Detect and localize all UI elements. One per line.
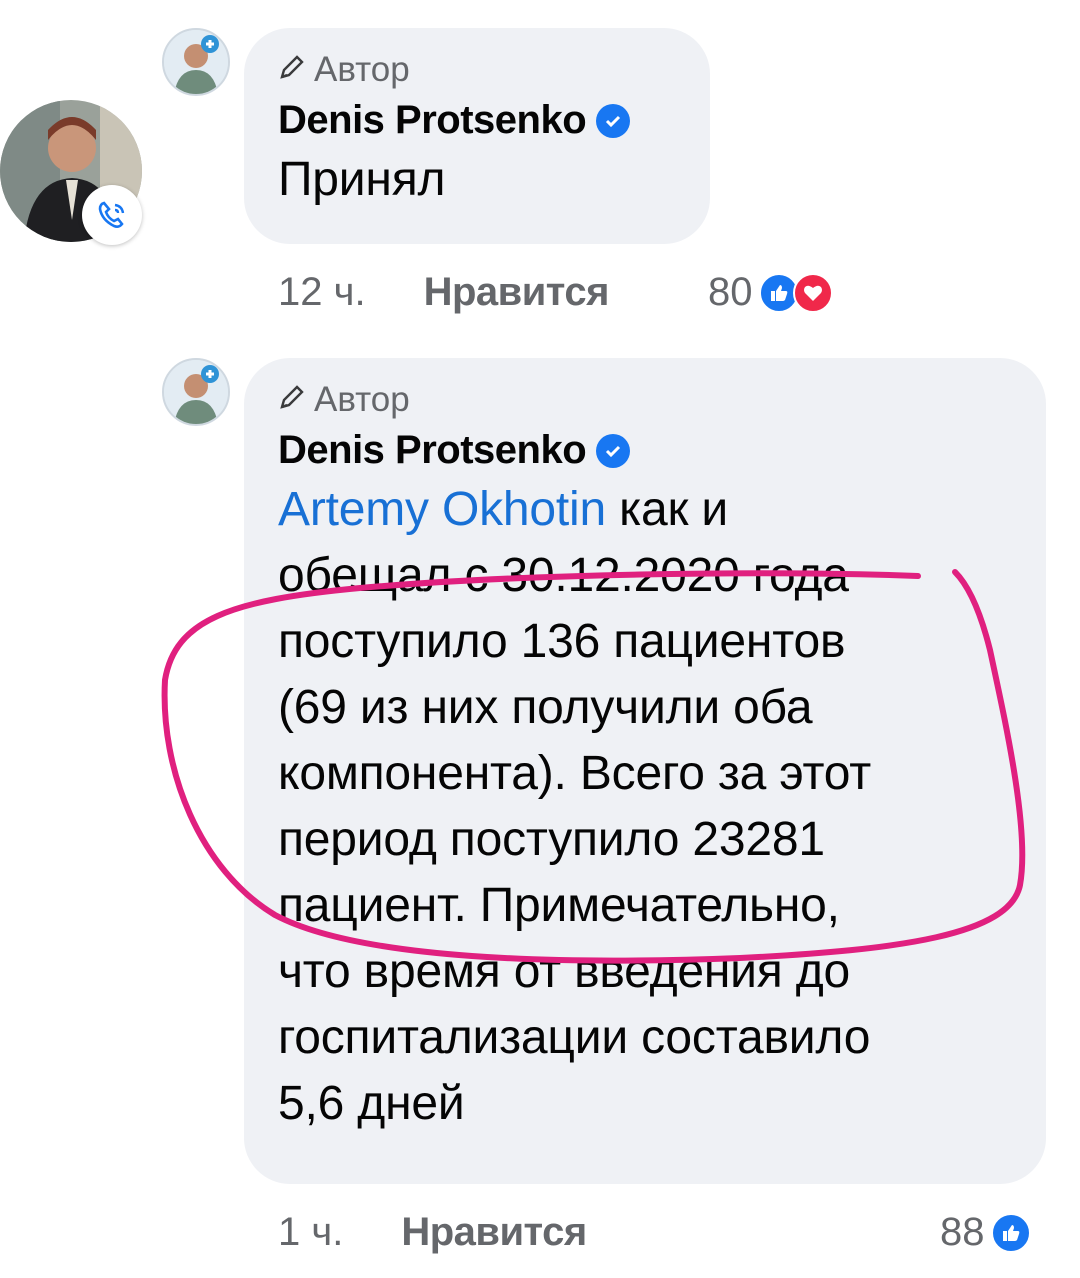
comment-line: пациент. Примечательно, [278, 879, 840, 932]
author-badge-label: Автор [314, 50, 410, 89]
pencil-icon [278, 380, 306, 420]
comment-bubble[interactable]: Автор Denis Protsenko Artemy Okhotin как… [244, 358, 1046, 1184]
comment-line: (69 из них получили оба [278, 681, 813, 734]
comment-line: поступило 136 пациентов [278, 615, 846, 668]
verified-icon [596, 103, 631, 138]
reaction-summary[interactable]: 88 [940, 1210, 1031, 1255]
comment-line: Artemy Okhotin как и [278, 477, 1012, 543]
like-button[interactable]: Нравится [401, 1210, 587, 1255]
author-avatar[interactable] [162, 358, 230, 426]
like-button[interactable]: Нравится [424, 270, 610, 315]
comment-actions: 1 ч. Нравится [278, 1210, 587, 1255]
comment-line: период поступило 23281 [278, 813, 825, 866]
author-badge: Автор [278, 380, 1012, 420]
author-avatar[interactable] [162, 28, 230, 96]
comment-line: обещал с 30.12.2020 года [278, 549, 849, 602]
comment-time[interactable]: 1 ч. [278, 1210, 343, 1255]
author-badge-label: Автор [314, 380, 410, 419]
comment-line: что время от введения до [278, 945, 851, 998]
mention-link[interactable]: Artemy Okhotin [278, 483, 606, 536]
comment-text: Artemy Okhotin как и обещал с 30.12.2020… [278, 477, 1012, 1137]
love-icon [792, 272, 833, 313]
author-name[interactable]: Denis Protsenko [278, 98, 676, 143]
comment-line: 5,6 дней [278, 1077, 465, 1130]
comment-line: госпитализации составило [278, 1011, 871, 1064]
author-name[interactable]: Denis Protsenko [278, 428, 1012, 473]
author-name-text[interactable]: Denis Protsenko [278, 98, 587, 143]
comment-thread: Автор Denis Protsenko Принял 12 ч. Нрави… [0, 0, 1080, 1278]
reaction-summary[interactable]: 80 [708, 270, 833, 315]
comment-text: Принял [278, 153, 446, 206]
like-icon [990, 1212, 1031, 1253]
comment-line-text: как и [605, 483, 729, 536]
phone-call-icon[interactable] [82, 185, 142, 245]
author-name-text[interactable]: Denis Protsenko [278, 428, 587, 473]
comment-actions: 12 ч. Нравится [278, 270, 609, 315]
comment-line: компонента). Всего за этот [278, 747, 871, 800]
comment-bubble[interactable]: Автор Denis Protsenko Принял [244, 28, 710, 244]
author-badge: Автор [278, 50, 676, 90]
verified-icon [596, 433, 631, 468]
reaction-count: 80 [708, 270, 753, 314]
reaction-count: 88 [940, 1210, 985, 1254]
pencil-icon [278, 50, 306, 90]
comment-time[interactable]: 12 ч. [278, 270, 366, 315]
